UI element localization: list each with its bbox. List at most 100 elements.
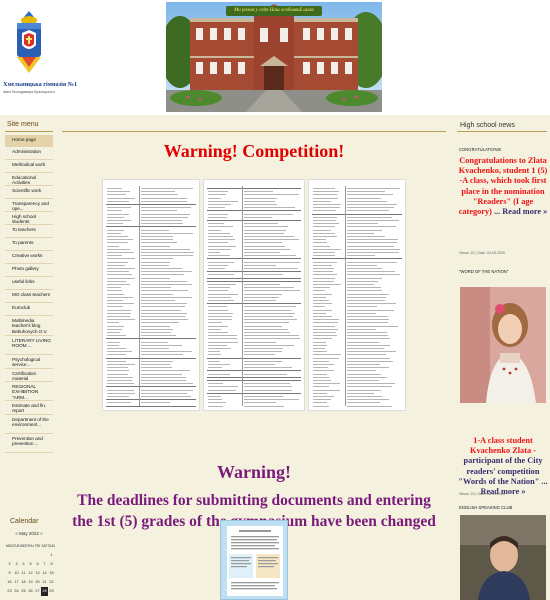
calendar-day[interactable]: 3 — [13, 560, 20, 569]
calendar-day[interactable]: 19 — [27, 578, 34, 587]
menu-item-euroclub[interactable]: Euroclub — [5, 303, 53, 316]
calendar-day[interactable]: 12 — [27, 569, 34, 578]
calendar-day[interactable]: 24 — [13, 587, 20, 596]
menu-item-educational-activities[interactable]: Educational Activities — [5, 173, 53, 186]
document-text-line — [208, 306, 228, 308]
calendar-day[interactable]: 1 — [48, 551, 55, 560]
menu-item-home[interactable]: Home page — [5, 135, 53, 147]
document-divider — [207, 280, 301, 282]
menu-item-literary-living-room[interactable]: LITERARY LIVING ROOM ... — [5, 336, 53, 355]
document-text-line — [244, 389, 292, 391]
document-text-line — [313, 319, 340, 321]
calendar-day[interactable]: 29 — [48, 587, 55, 596]
document-text-line — [313, 290, 325, 292]
document-text-line — [141, 290, 188, 292]
document-text-line — [347, 312, 376, 314]
calendar-day[interactable]: 6 — [34, 560, 41, 569]
document-text-line — [347, 306, 378, 308]
news-photo-english-club[interactable] — [460, 515, 546, 600]
document-text-line — [208, 332, 228, 333]
read-more-link[interactable]: ... Read more » — [494, 207, 547, 216]
calendar-day[interactable]: 14 — [41, 569, 48, 578]
calendar-day[interactable]: 11 — [20, 569, 27, 578]
announcement-poster[interactable] — [220, 520, 288, 600]
menu-item-methodical-work[interactable]: Methodical work — [5, 160, 53, 173]
calendar-day[interactable]: 13 — [34, 569, 41, 578]
calendar-weekday: MON — [6, 544, 14, 548]
document-page-3[interactable] — [308, 179, 406, 411]
menu-item-prevention[interactable]: Prevention and prevention ... — [5, 434, 53, 453]
calendar-day[interactable]: 15 — [48, 569, 55, 578]
menu-item-useful-links[interactable]: useful links — [5, 277, 53, 290]
menu-item-scientific-work[interactable]: Scientific work — [5, 186, 53, 199]
calendar-day[interactable]: 5 — [27, 560, 34, 569]
competition-documents[interactable] — [102, 179, 406, 411]
menu-item-transparency[interactable]: Transparency and ope... — [5, 199, 53, 212]
document-text-line — [107, 210, 123, 212]
site-menu-title: Site menu — [7, 121, 39, 128]
menu-item-photo-gallery[interactable]: Photo gallery — [5, 264, 53, 277]
document-text-line — [313, 226, 335, 228]
menu-item-high-school-students[interactable]: High school students — [5, 212, 53, 225]
school-building-image — [166, 2, 382, 112]
document-page-2[interactable] — [203, 179, 305, 411]
calendar-month-nav[interactable]: « May 2022 » — [5, 531, 53, 536]
school-logo[interactable]: Хмельницька гімназія №1 імені Володимира… — [3, 3, 77, 111]
menu-item-environment-department[interactable]: Department of the environment... — [5, 415, 53, 434]
calendar-day[interactable]: 27 — [34, 587, 41, 596]
news-heading-english-club[interactable]: ENGLISH SPEAKING CLUB — [459, 505, 512, 510]
menu-item-psychological-service[interactable]: Psychological service... — [5, 355, 53, 369]
menu-item-to-teachers[interactable]: To teachers — [5, 225, 53, 238]
news-heading-congratulations[interactable]: CONGRATULATIONS! — [459, 147, 501, 152]
menu-item-creative-works[interactable]: Creative works — [5, 251, 53, 264]
document-text-line — [244, 344, 295, 346]
menu-item-to-parents[interactable]: To parents — [5, 238, 53, 251]
calendar-day[interactable]: 4 — [20, 560, 27, 569]
document-text-line — [347, 274, 400, 276]
menu-item-multimedia-blog[interactable]: Multimedia teacher's blog Bebuhovych O.V… — [5, 316, 53, 336]
document-page-1[interactable] — [102, 179, 200, 411]
calendar-day[interactable]: 28 — [41, 587, 48, 596]
calendar-day[interactable]: 9 — [6, 569, 13, 578]
calendar-day[interactable]: 16 — [6, 578, 13, 587]
news-photo-student[interactable] — [460, 287, 546, 403]
calendar-day[interactable]: 18 — [20, 578, 27, 587]
calendar-day[interactable]: 23 — [6, 587, 13, 596]
calendar-day[interactable]: 8 — [48, 560, 55, 569]
divider — [5, 131, 53, 132]
news-heading-word-of-nation[interactable]: "WORD OF THE NATION" — [459, 269, 508, 274]
calendar-day[interactable]: 21 — [41, 578, 48, 587]
document-text-line — [244, 338, 300, 340]
calendar-day[interactable]: 2 — [6, 560, 13, 569]
menu-item-regional-exhibition[interactable]: REGIONAL EXHIBITION "ARM... — [5, 382, 53, 401]
document-text-line — [244, 261, 300, 263]
english-club-photo — [460, 515, 546, 600]
document-text-line — [347, 207, 394, 209]
document-text-line — [313, 232, 336, 234]
menu-item-certification-material[interactable]: Certification material — [5, 369, 53, 382]
document-text-line — [313, 248, 342, 250]
menu-item-estimate-report[interactable]: Estimate and fin. report — [5, 401, 53, 415]
document-text-line — [313, 303, 332, 305]
news-title: High school news — [460, 122, 515, 129]
menu-item-mo-class-teachers[interactable]: MO class teachers — [5, 290, 53, 303]
calendar-day[interactable]: 25 — [20, 587, 27, 596]
document-text-line — [244, 325, 283, 327]
calendar-day[interactable]: 26 — [27, 587, 34, 596]
calendar-day[interactable]: 17 — [13, 578, 20, 587]
document-text-line — [208, 223, 224, 225]
school-building-banner: Ми разом у світ Наш особливий шлях — [166, 2, 382, 112]
document-text-line — [107, 300, 123, 301]
menu-item-administration[interactable]: Administration — [5, 147, 53, 160]
document-text-line — [208, 287, 230, 289]
document-text-line — [347, 373, 382, 375]
document-text-line — [347, 242, 397, 244]
document-text-line — [107, 194, 126, 196]
calendar-day[interactable]: 20 — [34, 578, 41, 587]
document-text-line — [141, 252, 194, 253]
calendar-day[interactable]: 7 — [41, 560, 48, 569]
document-text-line — [347, 236, 385, 237]
calendar-day[interactable]: 10 — [13, 569, 20, 578]
calendar-weekday: THU — [27, 544, 34, 548]
calendar-day[interactable]: 22 — [48, 578, 55, 587]
